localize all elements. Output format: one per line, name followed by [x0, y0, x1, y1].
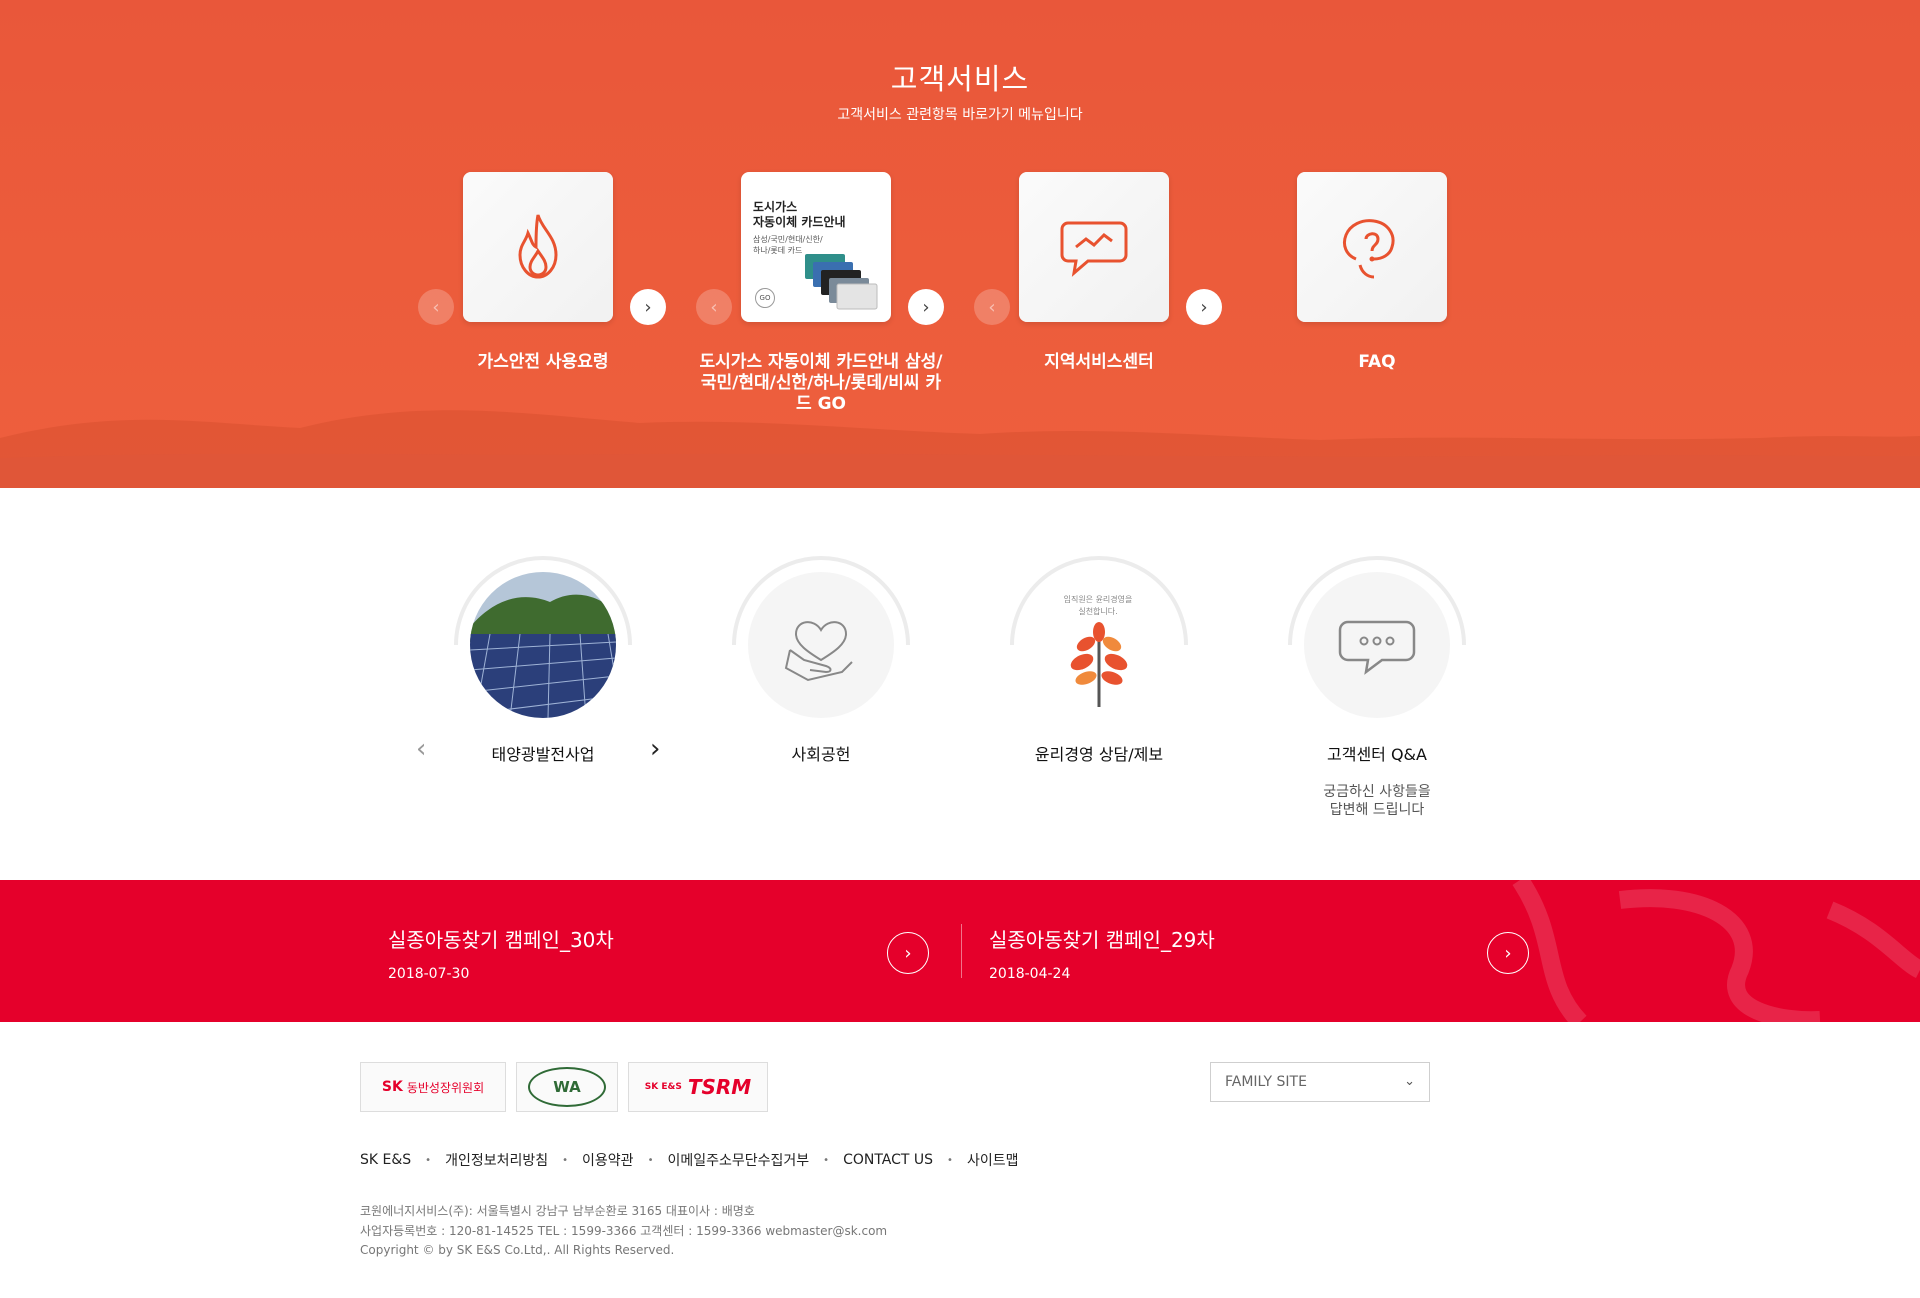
tsrm-badge[interactable]: SK E&S TSRM	[628, 1062, 768, 1112]
separator-dot: •	[823, 1154, 830, 1166]
business-solar[interactable]: 태양광발전사업 ‹ ›	[416, 548, 668, 838]
prev-arrow-button[interactable]: ‹	[696, 289, 732, 325]
chat-dots-icon	[1304, 572, 1450, 718]
prev-arrow-button[interactable]: ‹	[416, 734, 426, 764]
link-sitemap[interactable]: 사이트맵	[967, 1150, 1019, 1170]
business-social-contribution[interactable]: 사회공헌	[696, 548, 946, 838]
customer-service-section: 고객서비스 고객서비스 관련항목 바로가기 메뉴입니다 ‹ › 가스안전 사용요…	[0, 0, 1920, 488]
campaign-item[interactable]: 실종아동찾기 캠페인_29차 2018-04-24 ›	[989, 880, 1529, 1022]
link-privacy[interactable]: 개인정보처리방침	[445, 1150, 548, 1170]
decorative-swoosh	[1512, 880, 1920, 1022]
solar-panel-image	[470, 572, 616, 718]
heart-hand-icon	[748, 572, 894, 718]
page-subtitle: 고객서비스 관련항목 바로가기 메뉴입니다	[837, 107, 1083, 123]
separator-dot: •	[562, 1154, 569, 1166]
service-label[interactable]: FAQ	[1252, 352, 1502, 373]
family-site-select[interactable]: FAMILY SITE ⌄	[1210, 1062, 1430, 1102]
campaign-item[interactable]: 실종아동찾기 캠페인_30차 2018-07-30 ›	[388, 880, 929, 1022]
campaign-title[interactable]: 실종아동찾기 캠페인_30차	[388, 924, 614, 953]
prev-arrow-button[interactable]: ‹	[974, 289, 1010, 325]
page-title: 고객서비스	[890, 62, 1030, 96]
campaign-date: 2018-04-24	[989, 966, 1071, 982]
business-label[interactable]: 윤리경영 상담/제보	[974, 741, 1224, 765]
flame-icon	[518, 214, 558, 279]
gas-safety-card[interactable]	[463, 172, 613, 322]
go-badge: GO	[755, 288, 775, 308]
question-head-icon	[1342, 219, 1395, 279]
company-address: 코원에너지서비스(주): 서울특별시 강남구 남부순환로 3165 대표이사 :…	[360, 1204, 755, 1218]
chat-bubble-icon	[1060, 221, 1128, 277]
business-info: 사업자등록번호 : 120-81-14525 TEL : 1599-3366 고…	[360, 1224, 888, 1238]
footer-links: SK E&S • 개인정보처리방침 • 이용약관 • 이메일주소무단수집거부 •…	[360, 1150, 1018, 1170]
campaign-go-button[interactable]: ›	[1487, 932, 1529, 974]
faq-card[interactable]	[1297, 172, 1447, 322]
card-title: 도시가스 자동이체 카드안내	[753, 200, 846, 229]
regional-center-card[interactable]	[1019, 172, 1169, 322]
ethics-tree-image: 임직원은 윤리경영을 실천합니다.	[1026, 572, 1172, 718]
service-label[interactable]: 도시가스 자동이체 카드안내 삼성/국민/현대/신한/하나/롯데/비씨 카드 G…	[696, 352, 946, 415]
link-contact-us[interactable]: CONTACT US	[843, 1152, 933, 1168]
copyright: Copyright © by SK E&S Co.Ltd,. All Right…	[360, 1243, 675, 1257]
shared-growth-badge[interactable]: SK 동반성장위원회	[360, 1062, 506, 1112]
next-arrow-button[interactable]: ›	[650, 734, 660, 764]
wa-text: WA	[553, 1078, 581, 1096]
prev-arrow-button[interactable]: ‹	[418, 289, 454, 325]
service-label[interactable]: 지역서비스센터	[974, 352, 1224, 373]
credit-cards-image	[805, 254, 878, 310]
link-sk-es[interactable]: SK E&S	[360, 1152, 411, 1168]
web-accessibility-badge[interactable]: WA	[516, 1062, 618, 1112]
business-ethics[interactable]: 임직원은 윤리경영을 실천합니다. 윤리경영 상담/제보	[974, 548, 1224, 838]
link-email-refusal[interactable]: 이메일주소무단수집거부	[667, 1150, 809, 1170]
campaign-title[interactable]: 실종아동찾기 캠페인_29차	[989, 924, 1215, 953]
family-site-label: FAMILY SITE	[1225, 1074, 1307, 1090]
separator-dot: •	[947, 1154, 953, 1166]
campaign-date: 2018-07-30	[388, 966, 470, 982]
campaign-banner: 실종아동찾기 캠페인_30차 2018-07-30 › 실종아동찾기 캠페인_2…	[0, 880, 1920, 1022]
next-arrow-button[interactable]: ›	[1186, 289, 1222, 325]
business-qna[interactable]: 고객센터 Q&A 궁금하신 사항들을 답변해 드립니다	[1252, 548, 1502, 838]
badge-text: TSRM	[687, 1075, 752, 1099]
separator-dot: •	[647, 1154, 654, 1166]
sk-logo-text: SK	[381, 1079, 403, 1095]
sk-es-logo-text: SK E&S	[644, 1082, 682, 1092]
autopay-card[interactable]: 도시가스 자동이체 카드안내 삼성/국민/현대/신한/ 하나/롯데 카드 GO	[741, 172, 891, 322]
hills-background	[0, 410, 1920, 488]
service-label[interactable]: 가스안전 사용요령	[418, 352, 668, 373]
next-arrow-button[interactable]: ›	[630, 289, 666, 325]
wa-mark: WA	[528, 1067, 606, 1107]
business-label[interactable]: 사회공헌	[696, 741, 946, 765]
chevron-down-icon: ⌄	[1404, 1074, 1415, 1089]
business-description: 궁금하신 사항들을 답변해 드립니다	[1323, 784, 1431, 818]
business-label[interactable]: 고객센터 Q&A	[1252, 741, 1502, 765]
campaign-go-button[interactable]: ›	[887, 932, 929, 974]
badge-text: 동반성장위원회	[406, 1080, 485, 1095]
next-arrow-button[interactable]: ›	[908, 289, 944, 325]
separator-dot: •	[425, 1154, 432, 1166]
divider	[961, 924, 962, 978]
link-terms[interactable]: 이용약관	[582, 1150, 634, 1170]
business-label[interactable]: 태양광발전사업	[418, 741, 668, 765]
